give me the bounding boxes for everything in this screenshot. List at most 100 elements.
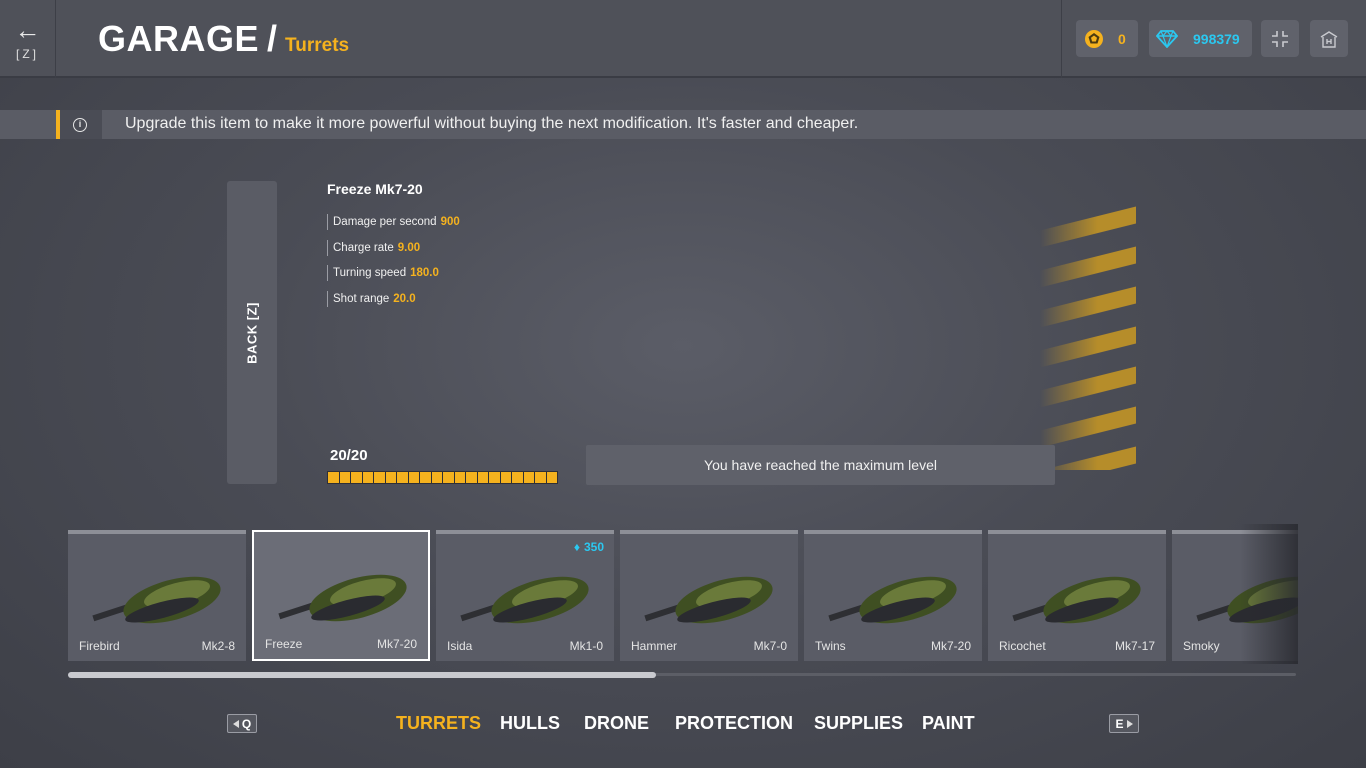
stat-value: 9.00 <box>397 241 421 254</box>
rank-currency-value: 0 <box>1118 30 1126 47</box>
level-segment <box>546 472 557 483</box>
crystals-pill[interactable]: 998379 <box>1149 20 1252 57</box>
header-currency-area: 0 998379 <box>1061 0 1366 78</box>
hazard-stripes-decoration <box>1040 200 1136 470</box>
stat-value: 900 <box>440 216 460 228</box>
side-back-label: BACK [Z] <box>244 301 260 364</box>
page-title: GARAGE / Turrets <box>98 18 349 60</box>
info-banner: i Upgrade this item to make it more powe… <box>0 110 1366 139</box>
level-segment <box>385 472 396 483</box>
turret-card-hammer[interactable]: Hammer Mk7-0 <box>620 530 798 661</box>
tab-hulls[interactable]: HULLS <box>500 713 560 734</box>
tab-paint[interactable]: PAINT <box>922 713 975 734</box>
level-segment <box>397 472 408 483</box>
title-separator: / <box>267 18 278 59</box>
level-segment <box>489 472 500 483</box>
turret-carousel[interactable]: Firebird Mk2-8 Freeze Mk7-20 ♦ 350 Isida Mk1-0 H… <box>68 524 1298 664</box>
level-segment <box>328 472 339 483</box>
side-back-button[interactable]: BACK [Z] <box>227 181 277 484</box>
level-segment <box>523 472 534 483</box>
next-category-key: E <box>1115 716 1124 731</box>
tab-supplies[interactable]: SUPPLIES <box>814 713 903 734</box>
stat-turning-speed: Turning speed 180.0 <box>327 265 460 281</box>
stat-shot-range: Shot range 20.0 <box>327 290 460 307</box>
turret-modification: Mk1-0 <box>569 639 603 653</box>
info-icon: i <box>73 118 87 132</box>
turret-name: Firebird <box>79 639 120 653</box>
turret-name: Freeze <box>265 637 303 651</box>
level-segment <box>362 472 373 483</box>
page-title-main: GARAGE <box>98 18 260 59</box>
triangle-right-icon <box>1126 719 1133 728</box>
level-segment <box>454 472 465 483</box>
turret-card-isida[interactable]: ♦ 350 Isida Mk1-0 <box>436 530 614 661</box>
crystal-icon <box>1149 29 1185 48</box>
carousel-scroll-thumb[interactable] <box>68 672 656 678</box>
level-segment <box>420 472 431 483</box>
crystal-icon: ♦ <box>573 540 580 554</box>
turret-image <box>828 576 957 624</box>
turret-image <box>460 576 589 624</box>
back-button[interactable]: ← [Z] <box>0 0 56 78</box>
turret-name: Hammer <box>631 639 678 653</box>
stat-label: Shot range <box>333 292 390 305</box>
stats-list: Damage per second 900 Charge rate 9.00 T… <box>327 214 460 316</box>
level-segment <box>374 472 385 483</box>
turret-modification: Mk7-17 <box>1114 639 1155 653</box>
info-text: Upgrade this item to make it more powerf… <box>125 115 859 132</box>
stat-label: Turning speed <box>333 267 407 279</box>
level-segment <box>339 472 350 483</box>
fullscreen-icon <box>1272 30 1288 47</box>
turret-card-ricochet[interactable]: Ricochet Mk7-17 <box>988 530 1166 661</box>
stat-value: 180.0 <box>410 267 439 279</box>
turret-name: Ricochet <box>999 639 1046 653</box>
garage-home-icon <box>1320 30 1338 48</box>
next-category-button[interactable]: E <box>1109 714 1139 733</box>
page-title-section: Turrets <box>285 35 350 56</box>
prev-category-key: Q <box>241 716 252 731</box>
turret-card-twins[interactable]: Twins Mk7-20 <box>804 530 982 661</box>
level-segment <box>443 472 454 483</box>
level-segment <box>351 472 362 483</box>
crystals-value: 998379 <box>1193 30 1240 47</box>
prev-category-button[interactable]: Q <box>227 714 257 733</box>
turret-modification: Mk7-20 <box>376 637 417 651</box>
stat-label: Charge rate <box>333 241 394 254</box>
fullscreen-button[interactable] <box>1261 20 1299 57</box>
stat-label: Damage per second <box>333 216 437 228</box>
max-level-message: You have reached the maximum level <box>586 445 1055 485</box>
top-bar: ← [Z] GARAGE / Turrets 0 998379 <box>0 0 1366 78</box>
level-segment <box>408 472 419 483</box>
level-segment <box>466 472 477 483</box>
turret-card-freeze[interactable]: Freeze Mk7-20 <box>252 530 430 661</box>
back-hotkey-label: [Z] <box>16 47 39 61</box>
carousel-fade <box>1240 524 1298 664</box>
tab-drone[interactable]: DRONE <box>584 713 649 734</box>
rank-currency-pill[interactable]: 0 <box>1076 20 1138 57</box>
stat-damage: Damage per second 900 <box>327 214 460 230</box>
turret-image <box>1012 576 1141 624</box>
level-segment <box>500 472 511 483</box>
tab-turrets[interactable]: TURRETS <box>396 713 481 734</box>
turret-card-firebird[interactable]: Firebird Mk2-8 <box>68 530 246 661</box>
turret-image <box>278 574 407 622</box>
turret-image <box>92 576 221 624</box>
turret-image <box>644 576 773 624</box>
turret-name: Smoky <box>1183 639 1220 653</box>
garage-home-button[interactable] <box>1310 20 1348 57</box>
turret-modification: Mk7-0 <box>753 639 787 653</box>
level-segment <box>535 472 546 483</box>
item-name: Freeze Mk7-20 <box>327 181 423 197</box>
pentagon-coin-icon <box>1076 29 1112 49</box>
arrow-left-icon: ← <box>14 15 41 45</box>
level-segment <box>431 472 442 483</box>
stat-value: 20.0 <box>393 292 416 305</box>
turret-price: ♦ 350 <box>573 540 604 554</box>
triangle-left-icon <box>232 719 239 728</box>
level-segment <box>477 472 488 483</box>
turret-modification: Mk2-8 <box>201 639 235 653</box>
tab-protection[interactable]: PROTECTION <box>675 713 793 734</box>
level-segment <box>512 472 523 483</box>
upgrade-level-label: 20/20 <box>330 447 368 464</box>
upgrade-level-bar <box>327 471 558 484</box>
